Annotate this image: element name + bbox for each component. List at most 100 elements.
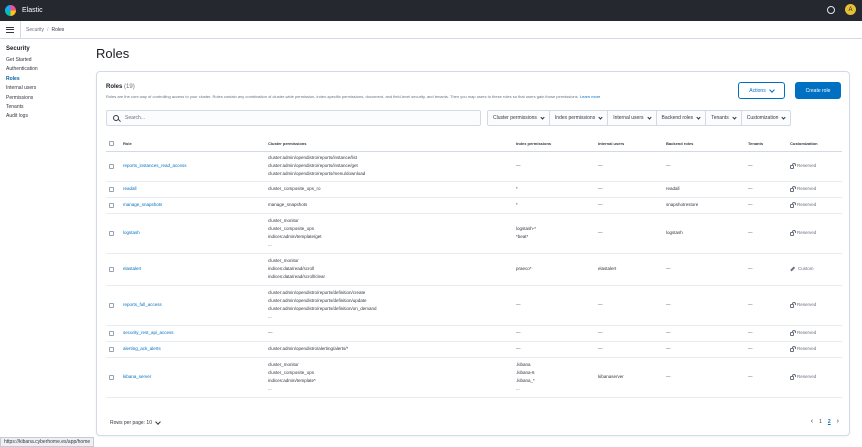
filter-customization[interactable]: Customization [742,111,791,125]
filter-internal-users[interactable]: Internal users [608,111,657,125]
role-link[interactable]: elastalert [123,266,141,271]
index-permissions-cell: — [513,151,595,182]
lock-icon [790,202,796,208]
sidebar-item-roles[interactable]: Roles [6,75,92,84]
row-select-cell [106,213,120,254]
hamburger-menu-icon[interactable] [6,26,14,33]
customization-badge: Reserved [790,329,839,337]
lock-icon [790,230,796,236]
row-checkbox[interactable] [109,374,114,380]
backend-roles-cell: — [663,341,745,358]
chevron-down-icon [155,419,161,425]
customization-label: Reserved [797,230,817,235]
row-checkbox[interactable] [109,330,114,336]
filter-index-permissions[interactable]: Index permissions [550,111,609,125]
customization-cell: Reserved [787,213,842,254]
table-row: reports_full_access cluster:admin/opendis… [106,285,842,326]
customization-badge: Reserved [790,185,839,193]
chevron-down-icon [732,114,737,120]
sidebar-title: Security [6,46,30,52]
index-permissions-cell: * [513,181,595,198]
filter-label: Index permissions [554,115,596,121]
cluster-permissions-cell-line: cluster_monitor [268,362,299,367]
create-role-button[interactable]: Create role [795,82,841,99]
column-header-internal-users: Internal users [595,137,663,152]
internal-users-cell: kibanaserver [595,357,663,398]
page-1-link[interactable]: 1 [819,419,822,425]
app-title[interactable]: Elastic [22,7,43,14]
row-checkbox[interactable] [109,186,114,192]
role-name-cell: readall [120,181,265,198]
index-permissions-cell: logstash-* *beat* [513,213,595,254]
rows-per-page-selector[interactable]: Rows per page: 10 [110,419,161,426]
role-link[interactable]: reports_full_access [123,302,162,307]
actions-button[interactable]: Actions [738,82,785,99]
search-input[interactable] [125,115,465,121]
row-checkbox[interactable] [109,266,114,272]
backend-roles-cell-line: — [666,330,671,335]
tenants-cell: — [745,325,787,342]
customization-cell: Reserved [787,285,842,326]
internal-users-cell: — [595,341,663,358]
sidebar-item-get-started[interactable]: Get Started [6,56,92,65]
next-page-icon[interactable]: › [837,418,839,425]
sidebar-item-tenants[interactable]: Tenants [6,103,92,112]
tenants-cell: — [745,151,787,182]
role-link[interactable]: manage_snapshots [123,202,162,207]
column-header-tenants: Tenants [745,137,787,152]
elastic-logo-icon[interactable] [5,5,16,16]
sidebar-item-audit-logs[interactable]: Audit logs [6,112,92,121]
index-permissions-cell: praeco* [513,253,595,286]
role-link[interactable]: kibana_server [123,374,151,379]
customization-cell: Reserved [787,341,842,358]
row-checkbox[interactable] [109,202,114,208]
learn-more-link[interactable]: Learn more [580,94,600,99]
row-checkbox[interactable] [109,230,114,236]
lock-icon [790,330,796,336]
column-header-role[interactable]: Role [120,137,265,152]
cluster-permissions-cell: cluster_monitor cluster_composite_ops indi… [265,357,513,398]
internal-users-cell: — [595,213,663,254]
select-all-checkbox[interactable] [109,141,114,147]
table-row: security_rest_api_access — — — — — Reserved [106,325,842,342]
role-link[interactable]: security_rest_api_access [123,330,174,335]
cluster-permissions-cell-line: cluster:admin/opendistro/reports/definit… [268,290,366,295]
cluster-permissions-cell-line: — [268,330,273,335]
sidebar-item-permissions[interactable]: Permissions [6,94,92,103]
cluster-permissions-cell: — [265,325,513,342]
table-row: manage_snapshots manage_snapshots * — snapsh… [106,197,842,214]
cluster-permissions-cell: cluster:admin/opendistro/reports/instanc… [265,151,513,182]
row-select-cell [106,341,120,358]
role-link[interactable]: readall [123,186,137,191]
chevron-down-icon [781,114,787,120]
filter-tenants[interactable]: Tenants [706,111,742,125]
role-link[interactable]: reports_instances_read_access [123,163,187,168]
sidebar-item-authentication[interactable]: Authentication [6,65,92,74]
cluster-permissions-cell-line: cluster_monitor [268,218,299,223]
role-link[interactable]: logstash [123,230,140,235]
page-2-link[interactable]: 2 [828,419,831,425]
cluster-permissions-cell-line: manage_snapshots [268,202,308,207]
index-permissions-cell-line: — [516,346,521,351]
breadcrumb-security[interactable]: Security [26,27,44,33]
page-title: Roles [96,46,130,61]
role-link[interactable]: alerting_ack_alerts [123,346,161,351]
row-checkbox[interactable] [109,346,114,352]
chevron-down-icon [540,114,545,120]
customization-badge: Reserved [790,162,839,170]
lock-icon [790,374,796,380]
filter-cluster-permissions[interactable]: Cluster permissions [488,111,550,125]
search-box[interactable] [106,110,481,126]
row-checkbox[interactable] [109,163,114,169]
help-icon[interactable] [827,5,835,14]
previous-page-icon[interactable]: ‹ [811,418,813,425]
user-avatar[interactable]: A [845,4,856,15]
backend-roles-cell: — [663,253,745,286]
row-checkbox[interactable] [109,302,114,308]
backend-roles-cell: — [663,285,745,326]
customization-badge: Reserved [790,373,839,381]
backend-roles-cell-line: — [666,346,671,351]
sidebar-item-internal-users[interactable]: Internal users [6,84,92,93]
internal-users-cell-line: — [598,163,603,168]
filter-backend-roles[interactable]: Backend roles [657,111,707,125]
